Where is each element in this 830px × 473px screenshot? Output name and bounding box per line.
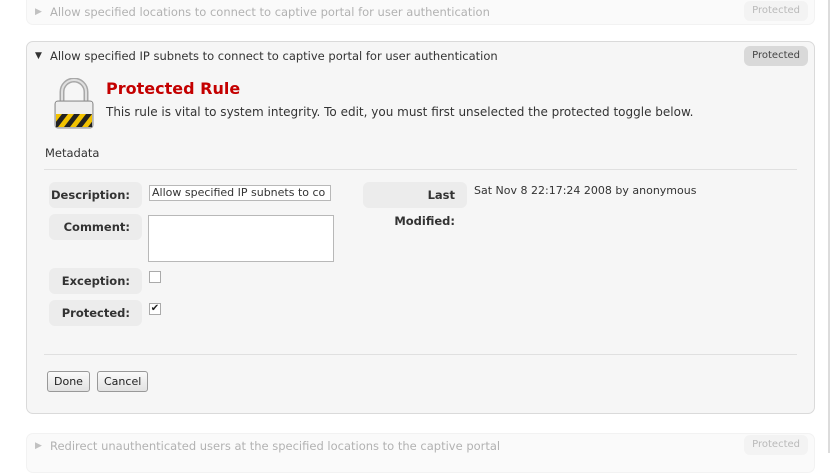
protected-rule-description: This rule is vital to system integrity. … <box>106 105 694 119</box>
protected-badge: Protected <box>744 435 808 455</box>
description-label: Description: <box>49 182 142 208</box>
last-modified-label: Last Modified: <box>363 182 467 228</box>
triangle-right-icon: ▶ <box>35 7 42 17</box>
rule-title: Allow specified locations to connect to … <box>50 5 490 19</box>
rule-row-collapsed[interactable]: ▶ Allow specified locations to connect t… <box>26 0 815 25</box>
rule-header[interactable]: ▶ Allow specified locations to connect t… <box>35 3 490 21</box>
rule-row-collapsed[interactable]: ▶ Redirect unauthenticated users at the … <box>26 433 815 473</box>
rule-title: Redirect unauthenticated users at the sp… <box>50 439 501 453</box>
divider <box>44 354 797 355</box>
comment-label: Comment: <box>49 214 142 240</box>
protected-rule-title: Protected Rule <box>106 79 241 98</box>
protected-badge: Protected <box>744 46 808 66</box>
comment-field[interactable] <box>148 215 334 262</box>
rule-header[interactable]: ▼ Allow specified IP subnets to connect … <box>35 47 498 65</box>
triangle-down-icon: ▼ <box>35 51 42 61</box>
rule-header[interactable]: ▶ Redirect unauthenticated users at the … <box>35 437 500 455</box>
cancel-button[interactable]: Cancel <box>97 371 149 392</box>
rule-title: Allow specified IP subnets to connect to… <box>50 49 498 63</box>
exception-checkbox[interactable] <box>149 271 161 283</box>
metadata-heading: Metadata <box>45 146 100 160</box>
exception-label: Exception: <box>49 268 142 294</box>
divider <box>44 169 797 170</box>
protected-badge: Protected <box>744 1 808 21</box>
protected-checkbox[interactable]: ✔ <box>149 303 161 315</box>
rule-row-expanded: ▼ Allow specified IP subnets to connect … <box>26 41 815 414</box>
protected-label: Protected: <box>49 300 142 326</box>
last-modified-value: Sat Nov 8 22:17:24 2008 by anonymous <box>474 184 697 197</box>
description-field[interactable]: Allow specified IP subnets to co <box>149 185 331 201</box>
triangle-right-icon: ▶ <box>35 441 42 451</box>
padlock-warning-icon <box>52 77 96 130</box>
done-button[interactable]: Done <box>47 371 90 392</box>
